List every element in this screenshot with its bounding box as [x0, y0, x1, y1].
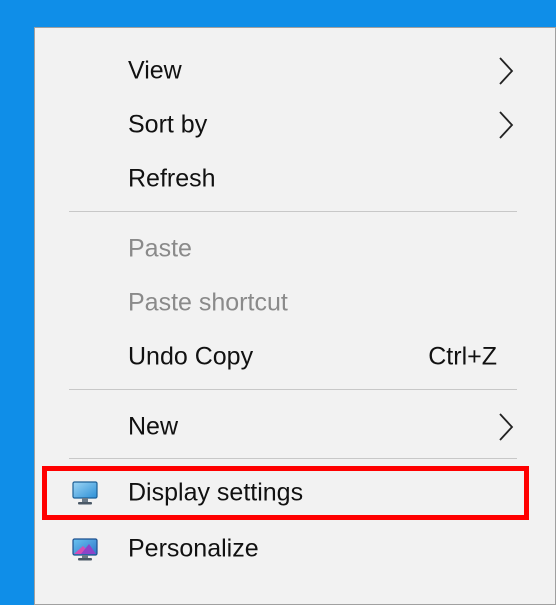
menu-item-label: New: [128, 412, 179, 441]
personalize-icon: [72, 538, 98, 561]
menu-item-label: Paste: [128, 234, 192, 263]
menu-item-sort-by[interactable]: Sort by: [35, 101, 555, 149]
menu-item-label: Refresh: [128, 164, 216, 193]
menu-item-paste: Paste: [35, 225, 555, 273]
menu-item-label: Personalize: [128, 534, 259, 563]
menu-item-view[interactable]: View: [35, 47, 555, 95]
menu-separator: [69, 458, 517, 459]
chevron-right-icon: [499, 57, 514, 85]
monitor-icon: [72, 481, 98, 505]
chevron-right-icon: [499, 413, 514, 441]
desktop-context-menu: View Sort by Refresh Paste Paste shortcu…: [34, 27, 556, 605]
menu-item-undo-copy[interactable]: Undo Copy Ctrl+Z: [35, 333, 555, 381]
menu-item-refresh[interactable]: Refresh: [35, 155, 555, 203]
menu-separator: [69, 389, 517, 390]
menu-item-paste-shortcut: Paste shortcut: [35, 279, 555, 327]
menu-item-label: Undo Copy: [128, 342, 254, 371]
menu-item-label: Paste shortcut: [128, 288, 288, 317]
menu-item-personalize[interactable]: Personalize: [35, 525, 555, 573]
menu-item-label: Display settings: [128, 478, 304, 507]
menu-item-new[interactable]: New: [35, 403, 555, 451]
keyboard-shortcut: Ctrl+Z: [428, 342, 497, 371]
chevron-right-icon: [499, 111, 514, 139]
menu-item-label: Sort by: [128, 110, 208, 139]
menu-item-display-settings[interactable]: Display settings: [35, 469, 555, 517]
menu-separator: [69, 211, 517, 212]
menu-item-label: View: [128, 56, 182, 85]
